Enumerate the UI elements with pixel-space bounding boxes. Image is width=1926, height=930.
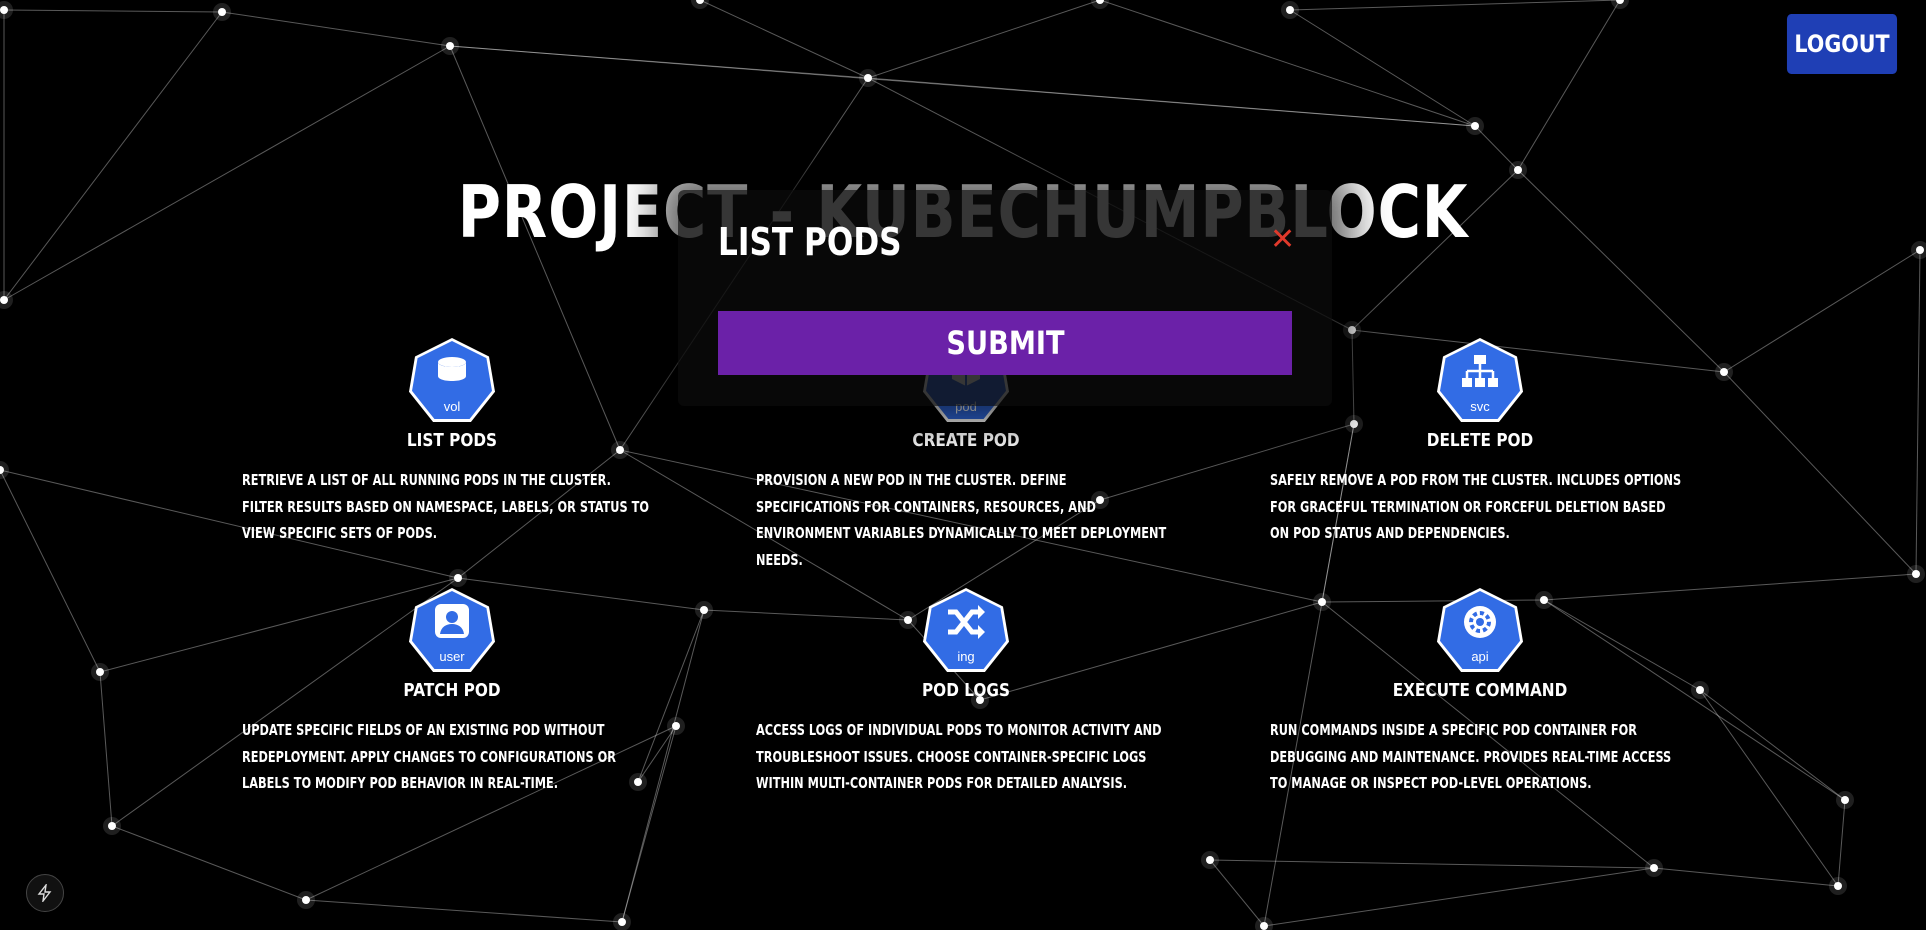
- network-node: [618, 918, 626, 926]
- close-icon[interactable]: ✕: [1270, 225, 1295, 255]
- network-edge: [699, 0, 869, 79]
- network-edge: [1723, 249, 1921, 373]
- database-icon: vol: [409, 338, 495, 422]
- network-edge: [305, 899, 623, 923]
- network-edge: [1517, 0, 1621, 171]
- submit-button[interactable]: SUBMIT: [718, 311, 1292, 375]
- network-node: [1696, 686, 1704, 694]
- card-title: CREATE POD: [912, 430, 1020, 451]
- card-patch-pod[interactable]: user PATCH POD UPDATE SPECIFIC FIELDS OF…: [242, 588, 662, 797]
- network-edge: [111, 825, 307, 901]
- network-node: [1916, 246, 1924, 254]
- network-node: [1260, 922, 1268, 930]
- network-edge: [3, 11, 223, 301]
- network-node: [1841, 796, 1849, 804]
- card-badge: ing: [957, 649, 975, 664]
- card-pod-logs[interactable]: ing POD LOGS ACCESS LOGS OF INDIVIDUAL P…: [756, 588, 1176, 797]
- network-edge: [1474, 125, 1519, 171]
- network-edge: [867, 0, 1101, 79]
- network-edge: [0, 469, 101, 673]
- card-title: LIST PODS: [406, 430, 498, 451]
- network-node: [1834, 882, 1842, 890]
- card-description: RUN COMMANDS INSIDE A SPECIFIC POD CONTA…: [1270, 721, 1672, 792]
- network-edge: [1209, 859, 1655, 869]
- network-edge: [3, 9, 223, 13]
- network-node: [1348, 326, 1356, 334]
- card-execute-command[interactable]: api EXECUTE COMMAND RUN COMMANDS INSIDE …: [1270, 588, 1690, 797]
- network-node: [1912, 570, 1920, 578]
- card-list-pods[interactable]: vol LIST PODS RETRIEVE A LIST OF ALL RUN…: [242, 338, 662, 547]
- network-edge: [99, 671, 113, 827]
- shuffle-icon: ing: [923, 588, 1009, 672]
- gear-icon: api: [1437, 588, 1523, 672]
- card-badge: svc: [1470, 399, 1490, 414]
- network-edge: [1837, 799, 1846, 887]
- network-node: [454, 574, 462, 582]
- network-edge: [1653, 867, 1839, 887]
- card-delete-pod[interactable]: svc DELETE POD SAFELY REMOVE A POD FROM …: [1270, 338, 1690, 547]
- network-node: [0, 6, 8, 14]
- card-badge: user: [439, 649, 465, 664]
- network-edge: [1263, 867, 1655, 927]
- network-node: [1286, 6, 1294, 14]
- card-title: POD LOGS: [921, 680, 1011, 701]
- network-edge: [1915, 249, 1921, 575]
- network-node: [1720, 368, 1728, 376]
- network-edge: [221, 11, 451, 47]
- card-description: UPDATE SPECIFIC FIELDS OF AN EXISTING PO…: [242, 721, 616, 792]
- network-node: [302, 896, 310, 904]
- logout-button[interactable]: LOGOUT: [1786, 14, 1898, 74]
- network-edge: [1289, 0, 1621, 11]
- card-badge: api: [1471, 649, 1489, 664]
- network-node: [864, 74, 872, 82]
- submit-label: SUBMIT: [945, 324, 1065, 362]
- network-node: [700, 606, 708, 614]
- network-node: [1471, 122, 1479, 130]
- network-edge: [1699, 689, 1846, 801]
- network-node: [218, 8, 226, 16]
- network-edge: [1209, 859, 1265, 927]
- network-edge: [1099, 0, 1476, 127]
- lightning-icon[interactable]: [26, 874, 64, 912]
- network-node: [1650, 864, 1658, 872]
- card-description: SAFELY REMOVE A POD FROM THE CLUSTER. IN…: [1270, 471, 1682, 542]
- card-title: EXECUTE COMMAND: [1392, 680, 1568, 701]
- card-description: ACCESS LOGS OF INDIVIDUAL PODS TO MONITO…: [756, 721, 1162, 792]
- network-node: [108, 822, 116, 830]
- user-icon: user: [409, 588, 495, 672]
- network-edge: [1699, 689, 1839, 887]
- list-pods-modal: LIST PODS ✕ SUBMIT: [678, 190, 1332, 406]
- card-description: PROVISION A NEW POD IN THE CLUSTER. DEFI…: [756, 471, 1167, 569]
- modal-title: LIST PODS: [718, 220, 902, 264]
- network-node: [0, 296, 8, 304]
- network-node: [1206, 856, 1214, 864]
- card-title: PATCH POD: [403, 680, 501, 701]
- network-node: [672, 722, 680, 730]
- network-edge: [1289, 9, 1476, 127]
- network-edge: [449, 45, 1476, 127]
- hierarchy-icon: svc: [1437, 338, 1523, 422]
- card-description: RETRIEVE A LIST OF ALL RUNNING PODS IN T…: [242, 471, 649, 542]
- network-node: [96, 668, 104, 676]
- card-title: DELETE POD: [1426, 430, 1534, 451]
- network-edge: [1723, 371, 1917, 575]
- network-node: [446, 42, 454, 50]
- card-badge: vol: [443, 399, 461, 414]
